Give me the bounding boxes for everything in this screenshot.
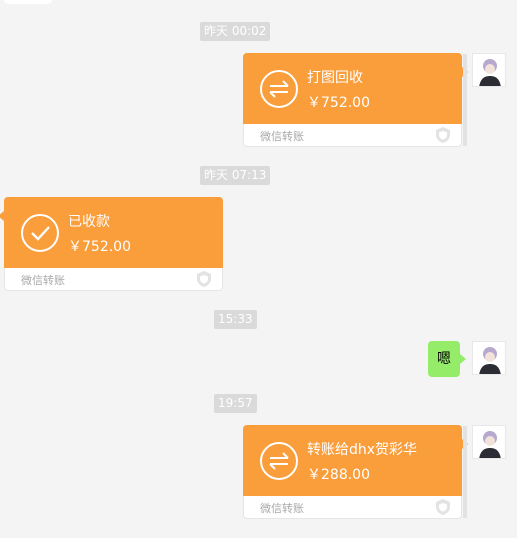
- checkmark-icon: [21, 214, 59, 252]
- transfer-amount: ￥752.00: [307, 95, 370, 111]
- transfer-footer-label: 微信转账: [260, 502, 304, 515]
- avatar[interactable]: [472, 341, 506, 375]
- bubble-tail: [460, 354, 466, 364]
- transfer-arrows-icon: [260, 442, 298, 480]
- transfer-arrows-icon: [260, 70, 298, 108]
- avatar[interactable]: [472, 425, 506, 459]
- transfer-footer-label: 微信转账: [21, 274, 65, 287]
- timestamp: 19:57: [214, 394, 257, 413]
- transfer-footer-label: 微信转账: [260, 130, 304, 143]
- timestamp: 昨天 00:02: [200, 22, 271, 41]
- transfer-card[interactable]: 已收款 ￥752.00 微信转账: [0, 197, 223, 291]
- transfer-card-header: 打图回收 ￥752.00: [243, 53, 468, 124]
- shield-icon: [197, 271, 211, 287]
- transfer-card-header: 已收款 ￥752.00: [0, 197, 223, 268]
- transfer-card[interactable]: 打图回收 ￥752.00 微信转账: [243, 53, 468, 147]
- message-text: 嗯: [437, 351, 451, 367]
- avatar[interactable]: [472, 53, 506, 87]
- shield-icon: [436, 127, 450, 143]
- transfer-amount: ￥288.00: [307, 467, 370, 483]
- transfer-card[interactable]: 转账给dhx贺彩华 ￥288.00 微信转账: [243, 425, 468, 519]
- bubble-tail: [462, 439, 468, 449]
- shield-icon: [436, 499, 450, 515]
- transfer-title: 已收款: [68, 214, 110, 230]
- transfer-card-header: 转账给dhx贺彩华 ￥288.00: [243, 425, 468, 496]
- bubble-tail: [462, 67, 468, 77]
- transfer-title: 打图回收: [307, 70, 363, 86]
- transfer-title: 转账给dhx贺彩华: [307, 442, 418, 458]
- previous-message-stub: [4, 0, 52, 4]
- timestamp: 昨天 07:13: [200, 166, 271, 185]
- bubble-tail: [0, 211, 4, 221]
- text-message-bubble[interactable]: 嗯: [428, 341, 466, 377]
- timestamp: 15:33: [214, 310, 257, 329]
- transfer-amount: ￥752.00: [68, 239, 131, 255]
